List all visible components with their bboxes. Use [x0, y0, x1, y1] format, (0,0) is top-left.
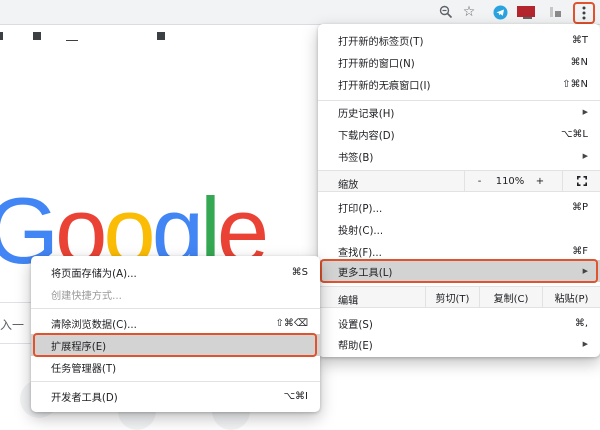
menu-separator: [31, 381, 320, 382]
menu-icon[interactable]: [573, 2, 595, 24]
bookmark-item[interactable]: [33, 32, 41, 40]
menu-item-clear-data[interactable]: 清除浏览数据(C)... ⇧⌘⌫: [31, 312, 320, 334]
menu-item-create-shortcut: 创建快捷方式...: [31, 283, 320, 305]
fullscreen-icon[interactable]: [562, 171, 600, 191]
menu-item-label: 任务管理器(T): [51, 363, 117, 375]
menu-item-label: 打印(P)...: [338, 203, 383, 215]
star-icon[interactable]: ☆: [461, 4, 477, 20]
menu-item-find[interactable]: 查找(F)... ⌘F: [318, 240, 600, 262]
zoom-out-button[interactable]: -: [464, 171, 494, 191]
menu-separator: [31, 308, 320, 309]
menu-item-label: 创建快捷方式...: [51, 290, 122, 302]
telegram-icon[interactable]: [493, 4, 508, 20]
copy-button[interactable]: 复制(C): [479, 287, 542, 307]
menu-item-label: 书签(B): [338, 152, 374, 164]
menu-item-extensions[interactable]: 扩展程序(E): [31, 334, 320, 356]
zoom-row: 缩放 - 110% +: [318, 170, 600, 192]
menu-item-more-tools[interactable]: 更多工具(L) ▶: [318, 260, 600, 282]
menu-item-shortcut: ⌘F: [572, 245, 588, 257]
menu-item-shortcut: ⌘T: [571, 34, 588, 46]
chevron-right-icon: ▶: [582, 340, 588, 348]
menu-item-shortcut: ⌘P: [571, 201, 588, 213]
chevron-right-icon: ▶: [582, 108, 588, 116]
zoom-in-button[interactable]: +: [526, 171, 554, 191]
browser-toolbar: ☆: [0, 0, 600, 25]
bookmark-item[interactable]: [0, 32, 3, 40]
menu-item-help[interactable]: 帮助(E) ▶: [318, 333, 600, 355]
chevron-right-icon: ▶: [582, 267, 588, 275]
menu-item-downloads[interactable]: 下载内容(D) ⌥⌘L: [318, 123, 600, 145]
menu-item-shortcut: ⌘,: [574, 317, 588, 329]
menu-item-label: 帮助(E): [338, 340, 373, 352]
cut-button[interactable]: 剪切(T): [425, 287, 479, 307]
menu-item-cast[interactable]: 投射(C)...: [318, 218, 600, 240]
menu-item-print[interactable]: 打印(P)... ⌘P: [318, 196, 600, 218]
menu-item-label: 历史记录(H): [338, 108, 395, 120]
menu-item-new-window[interactable]: 打开新的窗口(N) ⌘N: [318, 51, 600, 73]
edit-row: 编辑 剪切(T) 复制(C) 粘贴(P): [318, 286, 600, 308]
more-tools-submenu: 将页面存储为(A)... ⌘S 创建快捷方式... 清除浏览数据(C)... ⇧…: [31, 256, 320, 412]
menu-item-task-manager[interactable]: 任务管理器(T): [31, 356, 320, 378]
menu-item-shortcut: ⌘S: [291, 266, 308, 278]
menu-item-label: 查找(F)...: [338, 247, 382, 259]
menu-item-shortcut: ⇧⌘N: [562, 78, 588, 90]
menu-item-label: 开发者工具(D): [51, 392, 118, 404]
zoom-label: 缩放: [338, 180, 359, 191]
extension-icon[interactable]: [517, 4, 535, 20]
extension-icon[interactable]: [549, 4, 563, 20]
menu-item-bookmarks[interactable]: 书签(B) ▶: [318, 145, 600, 167]
menu-item-shortcut: ⌥⌘L: [560, 128, 588, 140]
zoom-icon[interactable]: [438, 4, 454, 20]
bookmark-item[interactable]: [157, 32, 165, 40]
menu-item-label: 清除浏览数据(C)...: [51, 319, 137, 331]
paste-button[interactable]: 粘贴(P): [542, 287, 600, 307]
menu-item-label: 打开新的无痕窗口(I): [338, 80, 431, 92]
chevron-right-icon: ▶: [582, 152, 588, 160]
zoom-level: 110%: [495, 175, 525, 187]
menu-item-label: 设置(S): [338, 319, 373, 331]
edit-label: 编辑: [338, 296, 359, 307]
menu-item-label: 下载内容(D): [338, 130, 395, 142]
menu-item-dev-tools[interactable]: 开发者工具(D) ⌥⌘I: [31, 385, 320, 407]
menu-item-label: 更多工具(L): [338, 267, 393, 279]
menu-item-shortcut: ⇧⌘⌫: [275, 317, 308, 329]
menu-item-label: 打开新的窗口(N): [338, 58, 415, 70]
menu-item-shortcut: ⌘N: [570, 56, 588, 68]
menu-item-settings[interactable]: 设置(S) ⌘,: [318, 312, 600, 334]
menu-item-history[interactable]: 历史记录(H) ▶: [318, 101, 600, 123]
menu-item-label: 投射(C)...: [338, 225, 384, 237]
menu-item-label: 打开新的标签页(T): [338, 36, 424, 48]
menu-item-label: 将页面存储为(A)...: [51, 268, 137, 280]
menu-item-new-incognito[interactable]: 打开新的无痕窗口(I) ⇧⌘N: [318, 73, 600, 95]
bookmark-item[interactable]: [66, 40, 78, 41]
menu-item-save-page[interactable]: 将页面存储为(A)... ⌘S: [31, 261, 320, 283]
menu-item-new-tab[interactable]: 打开新的标签页(T) ⌘T: [318, 29, 600, 51]
menu-item-label: 扩展程序(E): [51, 341, 107, 353]
menu-item-shortcut: ⌥⌘I: [283, 390, 308, 402]
chrome-main-menu: 打开新的标签页(T) ⌘T 打开新的窗口(N) ⌘N 打开新的无痕窗口(I) ⇧…: [318, 24, 600, 357]
search-placeholder: 入一: [0, 318, 25, 332]
